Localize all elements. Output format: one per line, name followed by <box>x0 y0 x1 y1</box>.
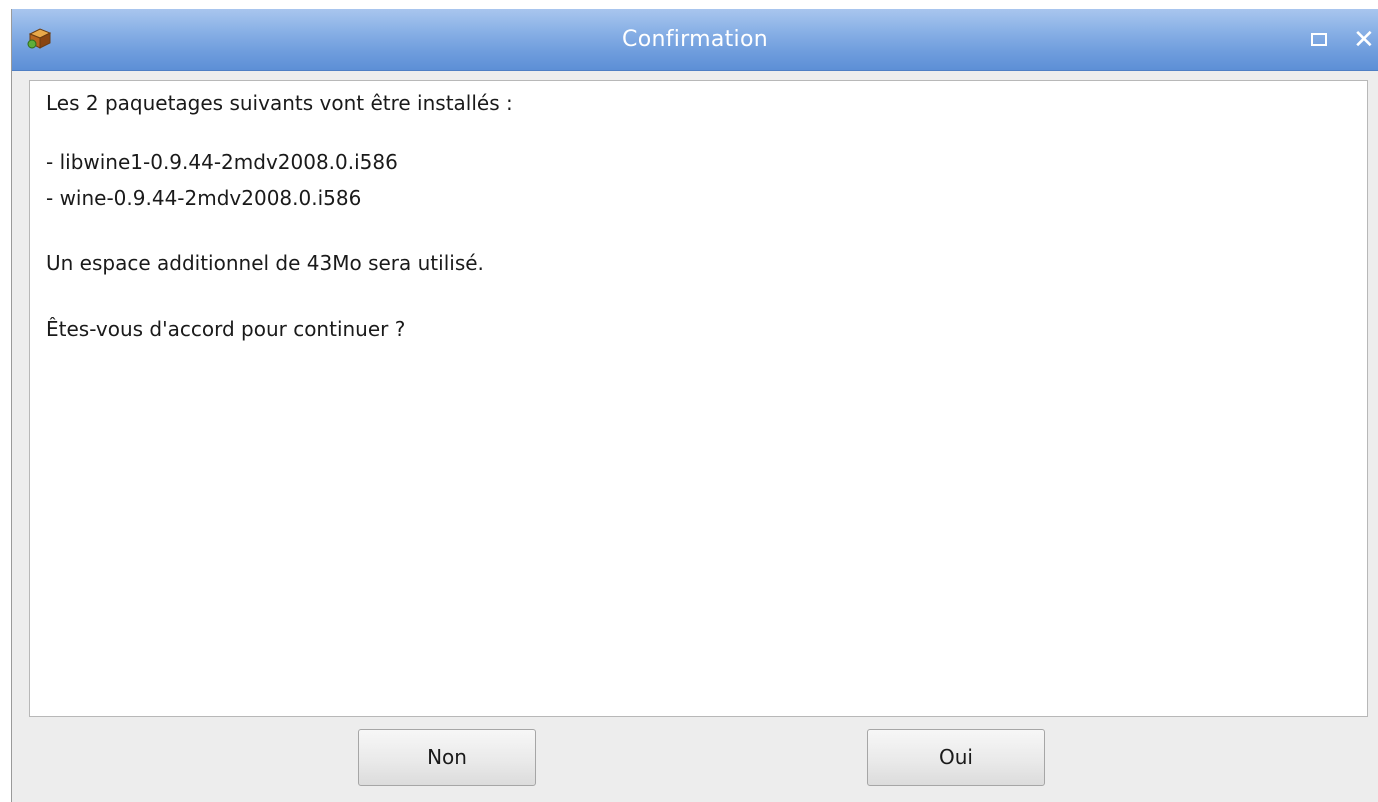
message-intro: Les 2 paquetages suivants vont être inst… <box>46 91 513 115</box>
yes-button[interactable]: Oui <box>867 729 1045 786</box>
title-bar[interactable]: Confirmation ✕ <box>12 9 1378 71</box>
maximize-icon[interactable] <box>1311 33 1327 46</box>
message-text-area: Les 2 paquetages suivants vont être inst… <box>29 80 1368 717</box>
confirm-question: Êtes-vous d'accord pour continuer ? <box>46 317 406 341</box>
window-title: Confirmation <box>622 27 768 52</box>
package-item: - wine-0.9.44-2mdv2008.0.i586 <box>46 186 362 210</box>
close-icon[interactable]: ✕ <box>1353 26 1378 54</box>
disk-space-message: Un espace additionnel de 43Mo sera utili… <box>46 251 484 275</box>
no-button[interactable]: Non <box>358 729 536 786</box>
confirmation-dialog: Confirmation ✕ Les 2 paquetages suivants… <box>11 9 1378 802</box>
package-item: - libwine1-0.9.44-2mdv2008.0.i586 <box>46 150 398 174</box>
